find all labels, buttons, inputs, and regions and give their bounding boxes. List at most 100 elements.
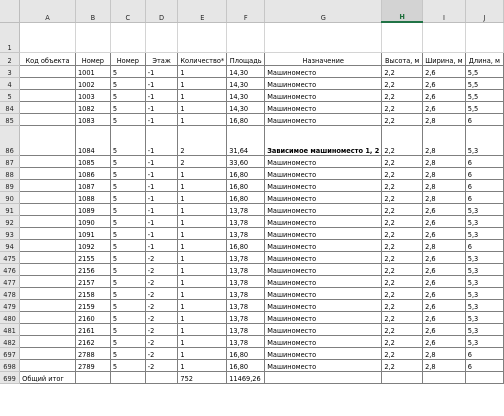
cell-c5[interactable]: 5 — [110, 89, 146, 102]
cell-d478[interactable]: -2 — [145, 287, 179, 300]
row-header[interactable]: 479 — [0, 299, 21, 312]
cell-e90[interactable]: 1 — [177, 191, 228, 204]
column-header-e[interactable]: E — [177, 0, 228, 23]
cell-b94[interactable]: 1092 — [75, 239, 111, 252]
cell-j88[interactable]: 6 — [465, 167, 504, 180]
cell-j2[interactable]: Длина, м — [465, 52, 504, 66]
cell-c698[interactable]: 5 — [110, 359, 146, 372]
cell-g90[interactable]: Машиноместо — [264, 191, 383, 204]
column-header-j[interactable]: J — [465, 0, 504, 23]
cell-g698[interactable]: Машиноместо — [264, 359, 383, 372]
cell-g3[interactable]: Машиноместо — [264, 65, 383, 78]
cell-g2[interactable]: Назначение — [264, 52, 383, 66]
cell-g85[interactable]: Машиноместо — [264, 113, 383, 126]
row-header[interactable]: 482 — [0, 335, 21, 348]
cell-j4[interactable]: 5,5 — [465, 77, 504, 90]
cell-f87[interactable]: 33,60 — [226, 155, 266, 168]
cell-a4[interactable] — [19, 77, 76, 90]
cell-c699[interactable] — [110, 371, 146, 384]
cell-e87[interactable]: 2 — [177, 155, 228, 168]
cell-h88[interactable]: 2,2 — [381, 167, 424, 180]
cell-e3[interactable]: 1 — [177, 65, 228, 78]
cell-i480[interactable]: 2,6 — [422, 311, 466, 324]
cell-d477[interactable]: -2 — [145, 275, 179, 288]
cell-b3[interactable]: 1001 — [75, 65, 111, 78]
cell-g475[interactable]: Машиноместо — [264, 251, 383, 264]
cell-g476[interactable]: Машиноместо — [264, 263, 383, 276]
cell-b482[interactable]: 2162 — [75, 335, 111, 348]
cell-h94[interactable]: 2,2 — [381, 239, 424, 252]
cell-c3[interactable]: 5 — [110, 65, 146, 78]
cell-d89[interactable]: -1 — [145, 179, 179, 192]
cell-f5[interactable]: 14,30 — [226, 89, 266, 102]
cell-d480[interactable]: -2 — [145, 311, 179, 324]
cell-g5[interactable]: Машиноместо — [264, 89, 383, 102]
cell-h475[interactable]: 2,2 — [381, 251, 424, 264]
row-header[interactable]: 87 — [0, 155, 21, 168]
cell-i85[interactable]: 2,8 — [422, 113, 466, 126]
cell-g94[interactable]: Машиноместо — [264, 239, 383, 252]
cell-i699[interactable] — [422, 371, 466, 384]
cell-a88[interactable] — [19, 167, 76, 180]
row-header[interactable]: 93 — [0, 227, 21, 240]
cell-i4[interactable]: 2,6 — [422, 77, 466, 90]
cell-d91[interactable]: -1 — [145, 203, 179, 216]
cell-h89[interactable]: 2,2 — [381, 179, 424, 192]
cell-a698[interactable] — [19, 359, 76, 372]
cell-j481[interactable]: 5,3 — [465, 323, 504, 336]
cell-j89[interactable]: 6 — [465, 179, 504, 192]
cell-f93[interactable]: 13,78 — [226, 227, 266, 240]
cell-a2[interactable]: Код объекта — [19, 52, 76, 66]
row-header[interactable]: 86 — [0, 125, 21, 156]
cell-i89[interactable]: 2,8 — [422, 179, 466, 192]
cell-j94[interactable]: 6 — [465, 239, 504, 252]
cell-j87[interactable]: 6 — [465, 155, 504, 168]
cell-f698[interactable]: 16,80 — [226, 359, 266, 372]
row-header[interactable]: 477 — [0, 275, 21, 288]
cell-b476[interactable]: 2156 — [75, 263, 111, 276]
row-header[interactable]: 5 — [0, 89, 21, 102]
cell-c478[interactable]: 5 — [110, 287, 146, 300]
cell-d482[interactable]: -2 — [145, 335, 179, 348]
cell-b85[interactable]: 1083 — [75, 113, 111, 126]
cell-i476[interactable]: 2,6 — [422, 263, 466, 276]
cell-b90[interactable]: 1088 — [75, 191, 111, 204]
cell-d86[interactable]: -1 — [145, 125, 179, 156]
cell-a85[interactable] — [19, 113, 76, 126]
cell-i86[interactable]: 2,8 — [422, 125, 466, 156]
cell-e94[interactable]: 1 — [177, 239, 228, 252]
cell-a94[interactable] — [19, 239, 76, 252]
cell-c86[interactable]: 5 — [110, 125, 146, 156]
cell-d475[interactable]: -2 — [145, 251, 179, 264]
cell-g86[interactable]: Зависимое машиноместо 1, 2 — [264, 125, 383, 156]
cell-b1[interactable] — [75, 22, 111, 53]
row-header[interactable]: 92 — [0, 215, 21, 228]
cell-a89[interactable] — [19, 179, 76, 192]
cell-i482[interactable]: 2,6 — [422, 335, 466, 348]
cell-c480[interactable]: 5 — [110, 311, 146, 324]
row-header[interactable]: 475 — [0, 251, 21, 264]
cell-e88[interactable]: 1 — [177, 167, 228, 180]
cell-c90[interactable]: 5 — [110, 191, 146, 204]
cell-f85[interactable]: 16,80 — [226, 113, 266, 126]
cell-a697[interactable] — [19, 347, 76, 360]
cell-h4[interactable]: 2,2 — [381, 77, 424, 90]
cell-f479[interactable]: 13,78 — [226, 299, 266, 312]
cell-d476[interactable]: -2 — [145, 263, 179, 276]
row-header[interactable]: 476 — [0, 263, 21, 276]
cell-e85[interactable]: 1 — [177, 113, 228, 126]
cell-h90[interactable]: 2,2 — [381, 191, 424, 204]
cell-c91[interactable]: 5 — [110, 203, 146, 216]
cell-a91[interactable] — [19, 203, 76, 216]
cell-j92[interactable]: 5,3 — [465, 215, 504, 228]
cell-i94[interactable]: 2,8 — [422, 239, 466, 252]
cell-h87[interactable]: 2,2 — [381, 155, 424, 168]
cell-f475[interactable]: 13,78 — [226, 251, 266, 264]
cell-f476[interactable]: 13,78 — [226, 263, 266, 276]
cell-a479[interactable] — [19, 299, 76, 312]
cell-d698[interactable]: -2 — [145, 359, 179, 372]
cell-g84[interactable]: Машиноместо — [264, 101, 383, 114]
cell-a475[interactable] — [19, 251, 76, 264]
cell-h1[interactable] — [381, 22, 424, 53]
cell-h2[interactable]: Высота, м — [381, 52, 424, 66]
